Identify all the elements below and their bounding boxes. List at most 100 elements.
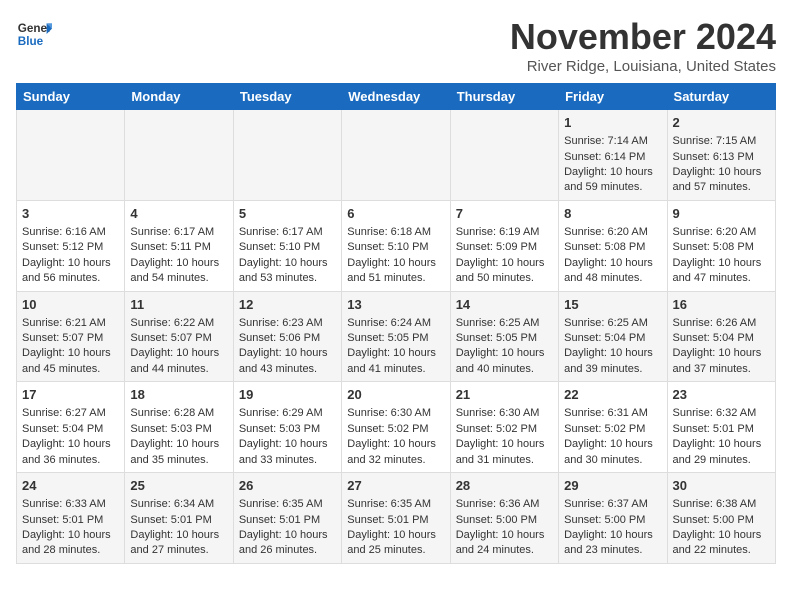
day-number: 1 [564,114,661,132]
cell-0-5: 1Sunrise: 7:14 AMSunset: 6:14 PMDaylight… [559,110,667,201]
cell-3-0: 17Sunrise: 6:27 AMSunset: 5:04 PMDayligh… [17,382,125,473]
cell-1-3: 6Sunrise: 6:18 AMSunset: 5:10 PMDaylight… [342,200,450,291]
svg-text:Blue: Blue [18,35,44,48]
daylight-text: Daylight: 10 hours and 59 minutes. [564,166,653,193]
sunrise-text: Sunrise: 7:15 AM [673,135,757,147]
cell-2-1: 11Sunrise: 6:22 AMSunset: 5:07 PMDayligh… [125,291,233,382]
sunrise-text: Sunrise: 6:35 AM [239,498,323,510]
sunset-text: Sunset: 5:02 PM [456,423,537,435]
daylight-text: Daylight: 10 hours and 53 minutes. [239,257,328,284]
sunrise-text: Sunrise: 6:31 AM [564,407,648,419]
cell-2-3: 13Sunrise: 6:24 AMSunset: 5:05 PMDayligh… [342,291,450,382]
day-number: 19 [239,386,336,404]
sunset-text: Sunset: 5:10 PM [347,241,428,253]
cell-4-5: 29Sunrise: 6:37 AMSunset: 5:00 PMDayligh… [559,473,667,564]
daylight-text: Daylight: 10 hours and 50 minutes. [456,257,545,284]
cell-0-4 [450,110,558,201]
sunset-text: Sunset: 5:07 PM [22,332,103,344]
sunrise-text: Sunrise: 6:21 AM [22,317,106,329]
week-row-4: 17Sunrise: 6:27 AMSunset: 5:04 PMDayligh… [17,382,776,473]
sunrise-text: Sunrise: 6:28 AM [130,407,214,419]
sunrise-text: Sunrise: 6:22 AM [130,317,214,329]
daylight-text: Daylight: 10 hours and 47 minutes. [673,257,762,284]
daylight-text: Daylight: 10 hours and 35 minutes. [130,438,219,465]
day-number: 14 [456,296,553,314]
day-number: 3 [22,205,119,223]
day-number: 25 [130,477,227,495]
daylight-text: Daylight: 10 hours and 57 minutes. [673,166,762,193]
cell-0-2 [233,110,341,201]
week-row-1: 1Sunrise: 7:14 AMSunset: 6:14 PMDaylight… [17,110,776,201]
cell-4-0: 24Sunrise: 6:33 AMSunset: 5:01 PMDayligh… [17,473,125,564]
sunset-text: Sunset: 6:13 PM [673,151,754,163]
col-wednesday: Wednesday [342,84,450,110]
cell-1-1: 4Sunrise: 6:17 AMSunset: 5:11 PMDaylight… [125,200,233,291]
sunset-text: Sunset: 5:00 PM [564,514,645,526]
sunset-text: Sunset: 5:01 PM [347,514,428,526]
day-number: 23 [673,386,770,404]
sunrise-text: Sunrise: 6:19 AM [456,226,540,238]
day-number: 7 [456,205,553,223]
daylight-text: Daylight: 10 hours and 29 minutes. [673,438,762,465]
day-number: 10 [22,296,119,314]
daylight-text: Daylight: 10 hours and 25 minutes. [347,529,436,556]
daylight-text: Daylight: 10 hours and 43 minutes. [239,347,328,374]
sunrise-text: Sunrise: 6:23 AM [239,317,323,329]
sunrise-text: Sunrise: 6:27 AM [22,407,106,419]
col-saturday: Saturday [667,84,775,110]
logo: General Blue [16,16,52,52]
day-number: 11 [130,296,227,314]
sunset-text: Sunset: 5:12 PM [22,241,103,253]
col-monday: Monday [125,84,233,110]
daylight-text: Daylight: 10 hours and 22 minutes. [673,529,762,556]
daylight-text: Daylight: 10 hours and 32 minutes. [347,438,436,465]
daylight-text: Daylight: 10 hours and 56 minutes. [22,257,111,284]
calendar-body: 1Sunrise: 7:14 AMSunset: 6:14 PMDaylight… [17,110,776,564]
sunset-text: Sunset: 5:05 PM [456,332,537,344]
sunrise-text: Sunrise: 6:25 AM [456,317,540,329]
daylight-text: Daylight: 10 hours and 51 minutes. [347,257,436,284]
sunrise-text: Sunrise: 6:20 AM [673,226,757,238]
col-thursday: Thursday [450,84,558,110]
sunset-text: Sunset: 5:01 PM [130,514,211,526]
daylight-text: Daylight: 10 hours and 28 minutes. [22,529,111,556]
cell-0-6: 2 Sunrise: 7:15 AM Sunset: 6:13 PM Daylight… [667,110,775,201]
week-row-3: 10 Sunrise: 6:21 AM Sunset: 5:07 PM Dayligh… [17,291,776,382]
daylight-text: Daylight: 10 hours and 37 minutes. [673,347,762,374]
cell-3-3: 20Sunrise: 6:30 AMSunset: 5:02 PMDayligh… [342,382,450,473]
cell-3-6: 23Sunrise: 6:32 AMSunset: 5:01 PMDayligh… [667,382,775,473]
calendar-table: Sunday Monday Tuesday Wednesday Thursday… [16,83,776,564]
day-number: 2 [673,114,770,132]
sunrise-text: Sunrise: 6:38 AM [673,498,757,510]
sunset-text: Sunset: 5:02 PM [347,423,428,435]
sunset-text: Sunset: 5:07 PM [130,332,211,344]
day-number: 13 [347,296,444,314]
day-number: 15 [564,296,661,314]
header-row: Sunday Monday Tuesday Wednesday Thursday… [17,84,776,110]
sunset-text: Sunset: 5:05 PM [347,332,428,344]
day-number: 28 [456,477,553,495]
sunrise-text: Sunrise: 6:20 AM [564,226,648,238]
cell-1-5: 8Sunrise: 6:20 AMSunset: 5:08 PMDaylight… [559,200,667,291]
sunset-text: Sunset: 5:01 PM [22,514,103,526]
sunrise-text: Sunrise: 6:24 AM [347,317,431,329]
day-number: 6 [347,205,444,223]
sunrise-text: Sunrise: 6:37 AM [564,498,648,510]
month-title: November 2024 [510,16,776,58]
sunrise-text: Sunrise: 6:26 AM [673,317,757,329]
day-number: 17 [22,386,119,404]
day-number: 4 [130,205,227,223]
sunrise-text: Sunrise: 6:17 AM [130,226,214,238]
sunrise-text: Sunrise: 6:35 AM [347,498,431,510]
sunrise-text: Sunrise: 6:36 AM [456,498,540,510]
daylight-text: Daylight: 10 hours and 23 minutes. [564,529,653,556]
sunrise-text: Sunrise: 6:16 AM [22,226,106,238]
daylight-text: Daylight: 10 hours and 27 minutes. [130,529,219,556]
cell-1-6: 9Sunrise: 6:20 AMSunset: 5:08 PMDaylight… [667,200,775,291]
cell-2-0: 10Sunrise: 6:21 AMSunset: 5:07 PMDayligh… [17,291,125,382]
sunrise-text: Sunrise: 6:29 AM [239,407,323,419]
sunset-text: Sunset: 5:03 PM [239,423,320,435]
title-section: November 2024 River Ridge, Louisiana, Un… [510,16,776,75]
day-number: 30 [673,477,770,495]
sunset-text: Sunset: 5:06 PM [239,332,320,344]
